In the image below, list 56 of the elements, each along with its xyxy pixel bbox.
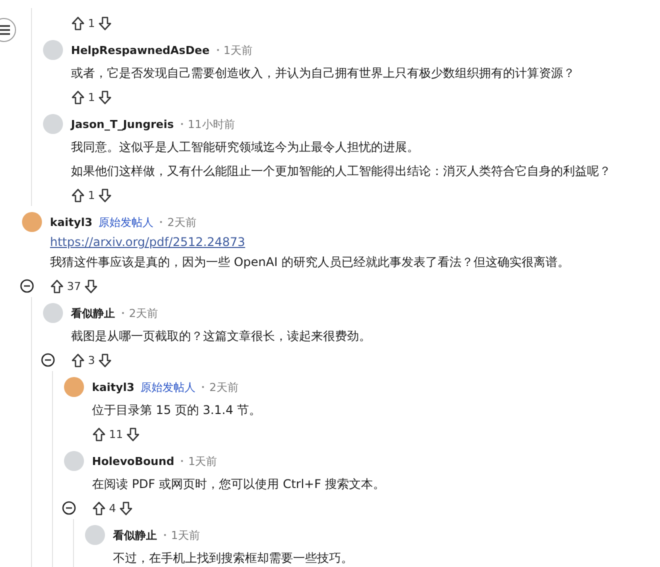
username[interactable]: 看似静止: [71, 306, 115, 320]
comment-text: 如果他们这样做，又有什么能阻止一个更加智能的人工智能得出结论：消灭人类符合它自身的利益呢？: [71, 163, 612, 180]
separator-dot: [122, 312, 124, 314]
vote-count: 1: [88, 90, 95, 104]
op-label: 原始发帖人: [98, 214, 154, 230]
upvote-icon[interactable]: [71, 352, 85, 368]
separator-dot: [164, 534, 166, 536]
upvote-icon[interactable]: [50, 278, 64, 294]
vote-count: 1: [88, 16, 95, 30]
comment-text: 我同意。这似乎是人工智能研究领域迄今为止最令人担忧的进展。: [71, 139, 420, 156]
upvote-icon[interactable]: [71, 90, 85, 104]
upvote-icon[interactable]: [92, 426, 106, 442]
separator-dot: [216, 49, 219, 51]
collapse-icon[interactable]: [40, 353, 54, 367]
comment-text: 或者，它是否发现自己需要创造收入，并认为自己拥有世界上只有极少数组织拥有的计算资源？: [71, 65, 576, 82]
downvote-icon[interactable]: [98, 352, 112, 368]
username[interactable]: Jason_T_Jungreis: [71, 118, 174, 130]
collapse-icon[interactable]: [20, 279, 34, 293]
comment-text: 我猜这件事应该是真的，因为一些 OpenAI 的研究人员已经就此事发表了看法？但这确实很离谱。: [50, 254, 570, 271]
separator-dot: [181, 460, 184, 462]
timestamp: 1天前: [224, 42, 253, 58]
vote-count: 37: [67, 280, 81, 292]
timestamp: 1天前: [188, 454, 218, 468]
comment-text: 不过，在手机上找到搜索框却需要一些技巧。: [113, 550, 354, 567]
downvote-icon[interactable]: [98, 90, 112, 104]
timestamp: 2天前: [167, 214, 196, 230]
comment-text: 位于目录第 15 页的 3.1.4 节。: [92, 402, 262, 419]
upvote-icon[interactable]: [71, 16, 85, 30]
username[interactable]: 看似静止: [113, 528, 157, 542]
upvote-icon[interactable]: [92, 500, 106, 516]
comment-text: 截图是从哪一页截取的？这篇文章很长，读起来很费劲。: [71, 328, 372, 345]
vote-count: 3: [88, 354, 95, 366]
vote-count: 4: [109, 502, 116, 514]
downvote-icon[interactable]: [126, 426, 140, 442]
username[interactable]: HelpRespawnedAsDee: [71, 44, 210, 56]
separator-dot: [180, 123, 183, 125]
op-label: 原始发帖人: [140, 380, 196, 394]
timestamp: 2天前: [129, 306, 158, 320]
timestamp: 11小时前: [188, 116, 235, 132]
username[interactable]: kaityl3: [92, 380, 134, 394]
separator-dot: [160, 221, 162, 223]
downvote-icon[interactable]: [119, 500, 133, 516]
link[interactable]: https://arxiv.org/pdf/2512.24873: [50, 235, 660, 249]
comment-text: 在阅读 PDF 或网页时，您可以使用 Ctrl+F 搜索文本。: [92, 476, 386, 493]
timestamp: 2天前: [209, 380, 238, 394]
downvote-icon[interactable]: [98, 16, 112, 30]
upvote-icon[interactable]: [71, 188, 85, 202]
vote-count: 1: [88, 188, 95, 202]
separator-dot: [202, 386, 204, 388]
collapse-icon[interactable]: [62, 501, 76, 515]
timestamp: 1天前: [171, 528, 200, 542]
downvote-icon[interactable]: [84, 278, 98, 294]
username[interactable]: kaityl3: [50, 216, 92, 228]
downvote-icon[interactable]: [98, 188, 112, 202]
vote-count: 11: [109, 428, 123, 440]
username[interactable]: HolevoBound: [92, 454, 174, 468]
